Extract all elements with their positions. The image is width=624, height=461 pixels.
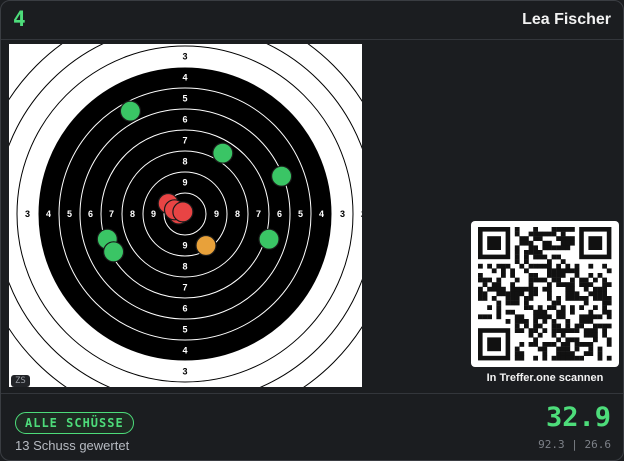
ring-label-6: 6 <box>182 115 187 125</box>
shot-marker[interactable] <box>102 241 125 263</box>
target-rings: 22223333444455556666777788889999 <box>9 44 362 387</box>
ring-label-8: 8 <box>130 209 135 219</box>
ring-label-4: 4 <box>46 209 51 219</box>
ring-label-7: 7 <box>256 209 261 219</box>
shooter-name: Lea Fischer <box>522 11 611 28</box>
ring-label-3: 3 <box>182 367 187 377</box>
ring-label-8: 8 <box>182 262 187 272</box>
ring-label-9: 9 <box>182 241 187 251</box>
ring-label-5: 5 <box>298 209 303 219</box>
ring-label-5: 5 <box>182 94 187 104</box>
ring-label-4: 4 <box>182 73 187 83</box>
ring-label-7: 7 <box>182 283 187 293</box>
sub-scores: 92.3 | 26.6 <box>538 438 611 451</box>
zs-badge: ZS <box>11 375 30 387</box>
card-header: 4 Lea Fischer <box>1 1 623 40</box>
ring-label-3: 3 <box>182 52 187 62</box>
ring-label-6: 6 <box>182 304 187 314</box>
result-card: 4 Lea Fischer 22223333444455556666777788… <box>0 0 624 461</box>
ring-label-8: 8 <box>182 157 187 167</box>
card-footer: ALLE SCHÜSSE 13 Schuss gewertet 32.9 92.… <box>1 393 623 460</box>
ring-label-6: 6 <box>88 209 93 219</box>
all-shots-filter-button[interactable]: ALLE SCHÜSSE <box>15 412 134 434</box>
shot-marker[interactable] <box>212 142 234 164</box>
shooting-target[interactable]: 22223333444455556666777788889999 <box>9 44 362 387</box>
ring-label-9: 9 <box>182 178 187 188</box>
ring-label-4: 4 <box>182 346 187 356</box>
ring-label-5: 5 <box>182 325 187 335</box>
ring-label-3: 3 <box>340 209 345 219</box>
ring-label-7: 7 <box>109 209 114 219</box>
ring-label-7: 7 <box>182 136 187 146</box>
qr-code <box>471 221 619 367</box>
ring-label-8: 8 <box>235 209 240 219</box>
shot-count: 13 Schuss gewertet <box>15 438 130 453</box>
ring-label-4: 4 <box>319 209 324 219</box>
shot-marker[interactable] <box>271 165 293 187</box>
shot-marker[interactable] <box>258 228 280 250</box>
qr-caption: In Treffer.one scannen <box>486 372 604 384</box>
total-score: 32.9 <box>545 402 611 433</box>
ring-label-9: 9 <box>151 209 156 219</box>
ring-label-9: 9 <box>214 209 219 219</box>
ring-label-5: 5 <box>67 209 72 219</box>
shot-marker[interactable] <box>195 234 217 257</box>
shot-marker[interactable] <box>172 201 194 223</box>
ring-label-6: 6 <box>277 209 282 219</box>
shot-marker[interactable] <box>119 100 142 122</box>
ring-label-2: 2 <box>361 209 362 219</box>
lane-number: 4 <box>13 7 26 31</box>
ring-label-3: 3 <box>25 209 30 219</box>
